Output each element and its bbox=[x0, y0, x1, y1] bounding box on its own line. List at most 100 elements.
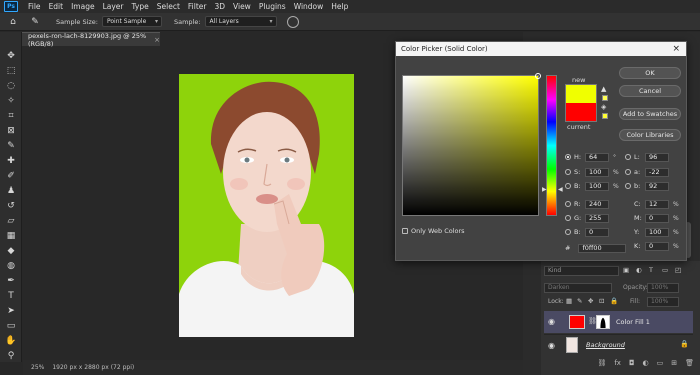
menu-3d[interactable]: 3D bbox=[210, 0, 229, 13]
visibility-eye-icon[interactable]: ◉ bbox=[548, 317, 555, 326]
color-libraries-button[interactable]: Color Libraries bbox=[619, 129, 681, 141]
healing-brush-tool-icon[interactable]: ✚ bbox=[5, 155, 17, 167]
current-color-swatch[interactable] bbox=[565, 103, 597, 122]
marquee-tool-icon[interactable]: ⬚ bbox=[5, 65, 17, 77]
filter-pixel-icon[interactable]: ▣ bbox=[623, 266, 629, 274]
menu-plugins[interactable]: Plugins bbox=[255, 0, 290, 13]
group-icon[interactable]: ▭ bbox=[657, 359, 664, 371]
lock-paint-icon[interactable]: ✎ bbox=[577, 297, 582, 305]
add-to-swatches-button[interactable]: Add to Swatches bbox=[619, 108, 681, 120]
lab-l-input[interactable]: 96 bbox=[645, 152, 669, 162]
lab-b-radio[interactable] bbox=[625, 183, 631, 189]
lab-a-input[interactable]: -22 bbox=[645, 167, 669, 177]
lock-position-icon[interactable]: ✥ bbox=[588, 297, 593, 305]
hand-tool-icon[interactable]: ✋ bbox=[5, 335, 17, 347]
path-select-tool-icon[interactable]: ➤ bbox=[5, 305, 17, 317]
saturation-brightness-field[interactable] bbox=[402, 73, 541, 216]
pen-tool-icon[interactable]: ✒ bbox=[5, 275, 17, 287]
fill-thumbnail[interactable] bbox=[569, 315, 585, 329]
add-mask-icon[interactable]: ◘ bbox=[629, 359, 635, 371]
lock-artboard-icon[interactable]: ⊡ bbox=[599, 297, 604, 305]
lab-a-radio[interactable] bbox=[625, 169, 631, 175]
new-layer-icon[interactable]: ⊞ bbox=[671, 359, 677, 371]
gradient-tool-icon[interactable]: ▦ bbox=[5, 230, 17, 242]
layer-style-icon[interactable]: fx bbox=[614, 359, 621, 371]
type-tool-icon[interactable]: T bbox=[5, 290, 17, 302]
zoom-level[interactable]: 25% bbox=[31, 364, 44, 371]
saturation-radio[interactable] bbox=[565, 169, 571, 175]
visibility-eye-icon[interactable]: ◉ bbox=[548, 341, 555, 350]
cyan-input[interactable]: 12 bbox=[645, 199, 669, 209]
trash-icon[interactable]: 🗑 bbox=[685, 359, 694, 371]
layer-filter-kind[interactable]: Kind bbox=[544, 266, 619, 276]
layer-mask-thumbnail[interactable] bbox=[596, 315, 610, 329]
yellow-input[interactable]: 100 bbox=[645, 227, 669, 237]
crop-tool-icon[interactable]: ⌗ bbox=[5, 110, 17, 122]
green-input[interactable]: 255 bbox=[585, 213, 609, 223]
color-marker[interactable] bbox=[535, 73, 541, 79]
sampling-ring-icon[interactable] bbox=[286, 15, 299, 28]
out-of-gamut-warning-icon[interactable]: ▲ bbox=[601, 85, 606, 93]
cancel-button[interactable]: Cancel bbox=[619, 85, 681, 97]
magenta-input[interactable]: 0 bbox=[645, 213, 669, 223]
green-radio[interactable] bbox=[565, 215, 571, 221]
layer-name[interactable]: Color Fill 1 bbox=[616, 318, 650, 326]
lab-b-input[interactable]: 92 bbox=[645, 181, 669, 191]
background-thumbnail[interactable] bbox=[566, 337, 578, 353]
document-tab[interactable]: pexels-ron-lach-8129903.jpg @ 25% (RGB/8… bbox=[22, 32, 160, 48]
sample-select[interactable]: All Layers bbox=[204, 16, 277, 27]
filter-type-icon[interactable]: T bbox=[649, 266, 653, 274]
adjustment-layer-icon[interactable]: ◐ bbox=[643, 359, 649, 371]
clone-stamp-tool-icon[interactable]: ♟ bbox=[5, 185, 17, 197]
only-web-colors-checkbox[interactable] bbox=[402, 228, 408, 234]
blue-radio[interactable] bbox=[565, 229, 571, 235]
menu-help[interactable]: Help bbox=[327, 0, 352, 13]
frame-tool-icon[interactable]: ⊠ bbox=[5, 125, 17, 137]
menu-layer[interactable]: Layer bbox=[99, 0, 128, 13]
eyedropper-tool-icon[interactable]: ✎ bbox=[5, 140, 17, 152]
menu-select[interactable]: Select bbox=[153, 0, 184, 13]
close-tab-icon[interactable]: × bbox=[154, 36, 160, 44]
saturation-input[interactable]: 100 bbox=[585, 167, 609, 177]
web-safe-cube-icon[interactable]: ◈ bbox=[601, 103, 606, 111]
hue-radio[interactable] bbox=[565, 154, 571, 160]
red-radio[interactable] bbox=[565, 201, 571, 207]
menu-image[interactable]: Image bbox=[67, 0, 99, 13]
fill-field[interactable]: 100% bbox=[647, 297, 679, 307]
filter-smart-object-icon[interactable]: ◰ bbox=[675, 266, 681, 274]
move-tool-icon[interactable]: ✥ bbox=[5, 50, 17, 62]
menu-type[interactable]: Type bbox=[128, 0, 153, 13]
menu-window[interactable]: Window bbox=[290, 0, 328, 13]
eyedropper-icon[interactable]: ✎ bbox=[26, 15, 44, 29]
canvas-area[interactable] bbox=[23, 47, 393, 360]
document-photo[interactable] bbox=[179, 74, 354, 337]
hue-slider[interactable] bbox=[546, 75, 557, 216]
menu-filter[interactable]: Filter bbox=[184, 0, 211, 13]
hue-slider-right-arrow-icon[interactable]: ◀ bbox=[558, 186, 563, 193]
lock-pixels-icon[interactable]: ▦ bbox=[566, 297, 572, 305]
opacity-field[interactable]: 100% bbox=[647, 283, 679, 293]
eraser-tool-icon[interactable]: ▱ bbox=[5, 215, 17, 227]
black-input[interactable]: 0 bbox=[645, 241, 669, 251]
hue-input[interactable]: 64 bbox=[585, 152, 609, 162]
hex-input[interactable]: f0ff00 bbox=[578, 243, 627, 253]
history-brush-tool-icon[interactable]: ↺ bbox=[5, 200, 17, 212]
brightness-radio[interactable] bbox=[565, 183, 571, 189]
lab-l-radio[interactable] bbox=[625, 154, 631, 160]
layer-name[interactable]: Background bbox=[586, 341, 625, 349]
blur-tool-icon[interactable]: ◆ bbox=[5, 245, 17, 257]
menu-view[interactable]: View bbox=[229, 0, 255, 13]
gamut-correction-swatch[interactable] bbox=[602, 95, 608, 101]
filter-adjustment-icon[interactable]: ◐ bbox=[636, 266, 642, 274]
layer-lock-icon[interactable]: 🔒 bbox=[680, 340, 689, 348]
layer-row-color-fill[interactable]: ◉ ⛓ Color Fill 1 bbox=[544, 311, 693, 333]
close-icon[interactable]: × bbox=[672, 42, 680, 56]
web-safe-swatch[interactable] bbox=[602, 113, 608, 119]
rectangle-tool-icon[interactable]: ▭ bbox=[5, 320, 17, 332]
red-input[interactable]: 240 bbox=[585, 199, 609, 209]
hue-slider-left-arrow-icon[interactable]: ▶ bbox=[542, 186, 547, 193]
link-layers-icon[interactable]: ⛓ bbox=[597, 359, 606, 371]
home-icon[interactable]: ⌂ bbox=[4, 15, 22, 29]
menu-edit[interactable]: Edit bbox=[45, 0, 68, 13]
brush-tool-icon[interactable]: ✐ bbox=[5, 170, 17, 182]
